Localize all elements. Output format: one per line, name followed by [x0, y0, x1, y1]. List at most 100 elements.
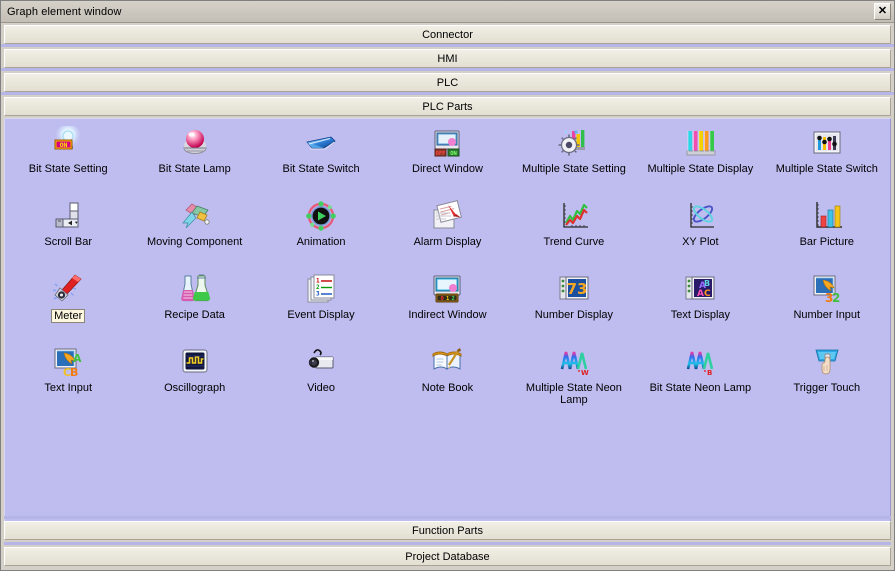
palette-item-label: Meter [51, 309, 86, 323]
palette-item-label: Bit State Switch [282, 163, 360, 175]
palette-item-indirect-window[interactable]: 0 1 2 Indirect Window [384, 269, 510, 342]
text-display-icon: A B A C [683, 272, 717, 306]
scroll-bar-icon [51, 199, 85, 233]
palette-item-label: Number Display [534, 309, 614, 321]
palette-item-trigger-touch[interactable]: Trigger Touch [764, 342, 890, 415]
divider [4, 542, 891, 545]
palette-item-label: Multiple State Setting [521, 163, 626, 175]
svg-text:ON: ON [60, 141, 68, 149]
svg-text:3: 3 [316, 291, 320, 298]
recipe-data-icon [178, 272, 212, 306]
palette-item-label: Moving Component [146, 236, 243, 248]
divider [4, 516, 891, 519]
category-bar-list-top: Connector HMI PLC PLC Parts [1, 25, 894, 116]
plc-parts-icon-panel: ON Bit State Setting Bit State Lamp Bit … [4, 118, 891, 539]
multiple-state-switch-icon [810, 126, 844, 160]
text-input-icon: A C B [51, 345, 85, 379]
palette-item-meter[interactable]: Meter [5, 269, 131, 342]
window-title: Graph element window [7, 5, 122, 18]
category-bar-plc[interactable]: PLC [4, 73, 891, 92]
event-display-icon: 1 2 3 [304, 272, 338, 306]
palette-item-label: Bit State Neon Lamp [649, 382, 752, 394]
palette-item-label: Animation [296, 236, 346, 248]
palette-item-video[interactable]: Video [258, 342, 384, 415]
svg-text:2: 2 [832, 291, 840, 305]
xy-plot-icon [683, 199, 717, 233]
palette-item-bit-state-switch[interactable]: Bit State Switch [258, 123, 384, 196]
palette-item-label: Bit State Setting [28, 163, 108, 175]
direct-window-icon: OFF ON [430, 126, 464, 160]
palette-item-label: Direct Window [412, 163, 483, 175]
palette-item-label: Video [307, 382, 336, 394]
palette-item-label: Multiple State Neon Lamp [525, 382, 622, 406]
divider [1, 92, 894, 95]
svg-text:OFF: OFF [436, 151, 446, 157]
category-bar-hmi[interactable]: HMI [4, 49, 891, 68]
svg-text:A: A [73, 352, 82, 365]
palette-item-bar-picture[interactable]: Bar Picture [764, 196, 890, 269]
palette-item-text-input[interactable]: A C B Text Input [5, 342, 131, 415]
palette-item-label: Text Input [44, 382, 93, 394]
svg-text:ON: ON [451, 151, 458, 157]
note-book-icon [430, 345, 464, 379]
animation-icon [304, 199, 338, 233]
palette-item-number-input[interactable]: 3 2 Number Input [764, 269, 890, 342]
category-bar-plc-parts[interactable]: PLC Parts [4, 97, 891, 116]
graph-element-window: Graph element window ✕ Connector HMI PLC… [0, 0, 895, 571]
palette-item-note-book[interactable]: Note Book [384, 342, 510, 415]
palette-item-label: Alarm Display [413, 236, 482, 248]
palette-item-multiple-state-neon-lamp[interactable]: W Multiple State Neon Lamp [511, 342, 637, 415]
category-bar-list-bottom: Function Parts Project Database [1, 516, 894, 570]
svg-text:2: 2 [452, 296, 455, 302]
svg-text:B: B [70, 366, 78, 379]
svg-text:C: C [704, 289, 711, 299]
svg-text:B: B [704, 279, 710, 288]
palette-item-label: Indirect Window [408, 309, 487, 321]
palette-item-trend-curve[interactable]: Trend Curve [511, 196, 637, 269]
palette-item-label: Bit State Lamp [158, 163, 231, 175]
category-bar-project-database[interactable]: Project Database [4, 547, 891, 566]
palette-item-label: Multiple State Switch [775, 163, 878, 175]
bit-state-switch-icon [304, 126, 338, 160]
divider [1, 68, 894, 71]
palette-item-label: Oscillograph [164, 382, 226, 394]
multiple-state-neon-lamp-icon: W [557, 345, 591, 379]
palette-item-bit-state-neon-lamp[interactable]: B Bit State Neon Lamp [637, 342, 763, 415]
palette-item-multiple-state-setting[interactable]: Multiple State Setting [511, 123, 637, 196]
palette-item-label: Number Input [793, 309, 861, 321]
palette-item-number-display[interactable]: 73 Number Display [511, 269, 637, 342]
palette-item-label: Trend Curve [543, 236, 605, 248]
svg-text:B: B [707, 369, 712, 377]
palette-item-label: Recipe Data [164, 309, 225, 321]
close-icon[interactable]: ✕ [874, 3, 891, 20]
divider [1, 44, 894, 47]
palette-item-oscillograph[interactable]: Oscillograph [131, 342, 257, 415]
palette-item-xy-plot[interactable]: XY Plot [637, 196, 763, 269]
palette-item-bit-state-setting[interactable]: ON Bit State Setting [5, 123, 131, 196]
category-bar-connector[interactable]: Connector [4, 25, 891, 44]
category-bar-function-parts[interactable]: Function Parts [4, 521, 891, 540]
palette-item-label: Scroll Bar [44, 236, 93, 248]
multiple-state-setting-icon [557, 126, 591, 160]
palette-item-text-display[interactable]: A B A C Text Display [637, 269, 763, 342]
bit-state-setting-icon: ON [51, 126, 85, 160]
palette-item-direct-window[interactable]: OFF ON Direct Window [384, 123, 510, 196]
palette-item-bit-state-lamp[interactable]: Bit State Lamp [131, 123, 257, 196]
palette-item-alarm-display[interactable]: Alarm Display [384, 196, 510, 269]
palette-item-animation[interactable]: Animation [258, 196, 384, 269]
number-input-icon: 3 2 [810, 272, 844, 306]
palette-item-multiple-state-switch[interactable]: Multiple State Switch [764, 123, 890, 196]
palette-item-scroll-bar[interactable]: Scroll Bar [5, 196, 131, 269]
trend-curve-icon [557, 199, 591, 233]
palette-item-recipe-data[interactable]: Recipe Data [131, 269, 257, 342]
palette-item-label: Bar Picture [799, 236, 854, 248]
indirect-window-icon: 0 1 2 [430, 272, 464, 306]
palette-item-moving-component[interactable]: Moving Component [131, 196, 257, 269]
palette-item-event-display[interactable]: 1 2 3 Event Display [258, 269, 384, 342]
svg-text:0: 0 [441, 296, 444, 302]
bit-state-neon-lamp-icon: B [683, 345, 717, 379]
palette-item-label: Text Display [670, 309, 730, 321]
svg-text:A: A [697, 289, 704, 299]
palette-item-multiple-state-display[interactable]: Multiple State Display [637, 123, 763, 196]
